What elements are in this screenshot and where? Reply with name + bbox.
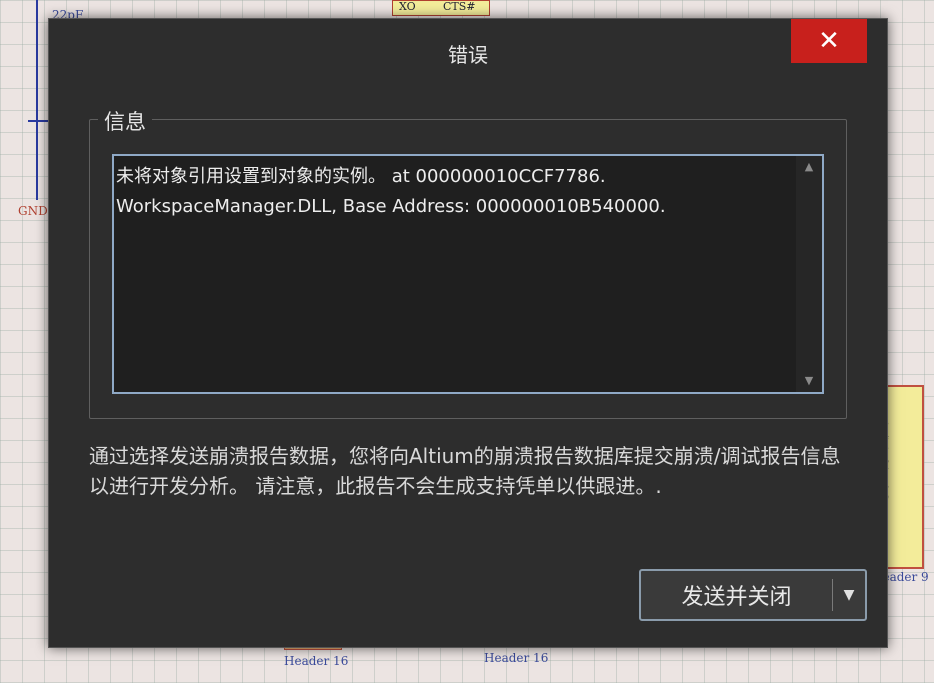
dialog-title: 错误 bbox=[448, 43, 488, 67]
header-16-label-right: Header 16 bbox=[484, 651, 549, 665]
schematic-part: XO CTS# bbox=[392, 0, 490, 16]
crash-report-info: 通过选择发送崩溃报告数据，您将向Altium的崩溃报告数据库提交崩溃/调试报告信… bbox=[89, 444, 841, 498]
chevron-down-icon: ▼ bbox=[843, 587, 855, 603]
error-message-textbox[interactable]: 未将对象引用设置到对象的实例。 at 000000010CCF7786. Wor… bbox=[112, 154, 824, 394]
pin-cts-label: CTS# bbox=[443, 0, 476, 13]
textbox-scrollbar[interactable]: ▲ ▼ bbox=[796, 156, 822, 392]
schematic-wire bbox=[28, 120, 48, 122]
error-message-line2: WorkspaceManager.DLL, Base Address: 0000… bbox=[116, 196, 666, 217]
send-options-dropdown[interactable]: ▼ bbox=[833, 571, 865, 619]
error-message-line1: 未将对象引用设置到对象的实例。 at 000000010CCF7786. bbox=[116, 166, 606, 187]
header-16-label-left: Header 16 bbox=[284, 654, 349, 668]
pin-xo-label: XO bbox=[399, 0, 416, 13]
info-group: 信息 未将对象引用设置到对象的实例。 at 000000010CCF7786. … bbox=[89, 106, 847, 419]
scroll-down-icon[interactable]: ▼ bbox=[796, 370, 822, 392]
gnd-label: GND bbox=[18, 204, 48, 218]
close-icon: ✕ bbox=[818, 26, 840, 56]
info-group-label: 信息 bbox=[98, 106, 152, 136]
send-split-button: 发送并关闭 ▼ bbox=[639, 569, 867, 621]
dialog-titlebar[interactable]: 错误 ✕ bbox=[49, 19, 887, 81]
close-button[interactable]: ✕ bbox=[791, 19, 867, 63]
error-dialog: 错误 ✕ 信息 未将对象引用设置到对象的实例。 at 000000010CCF7… bbox=[48, 18, 888, 648]
schematic-wire bbox=[36, 0, 38, 200]
send-and-close-button[interactable]: 发送并关闭 bbox=[641, 571, 832, 619]
scroll-up-icon[interactable]: ▲ bbox=[796, 156, 822, 178]
error-message-text: 未将对象引用设置到对象的实例。 at 000000010CCF7786. Wor… bbox=[114, 162, 792, 222]
